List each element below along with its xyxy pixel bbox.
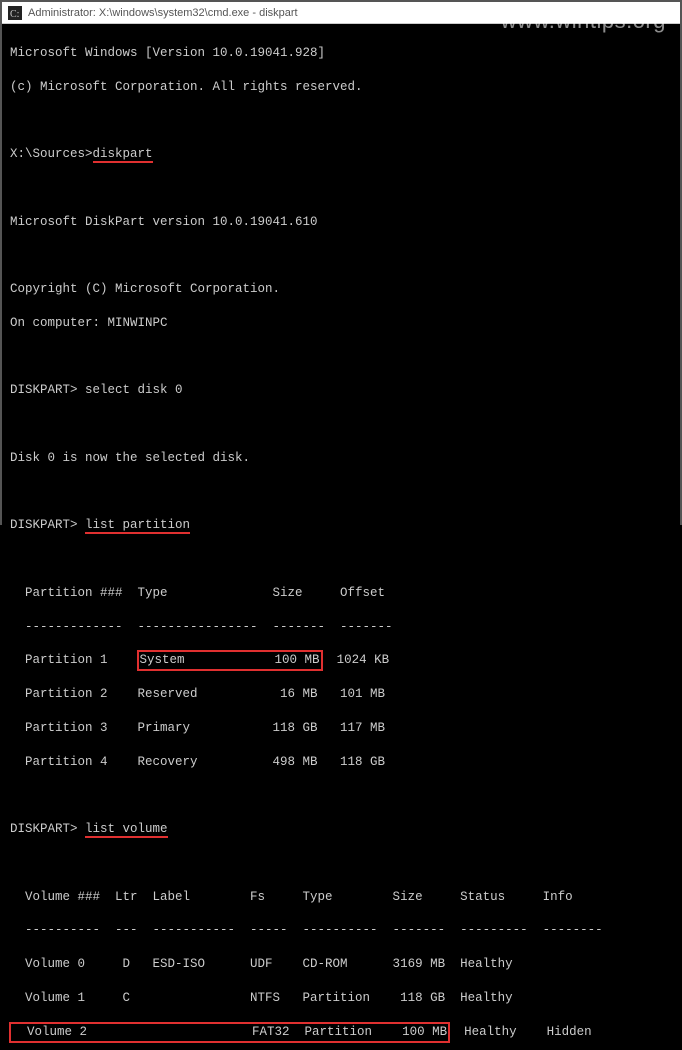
volume-header: Volume ### Ltr Label Fs Type Size Status… xyxy=(10,889,672,906)
output-line: On computer: MINWINPC xyxy=(10,315,672,332)
output-line xyxy=(10,416,672,433)
terminal-output[interactable]: Microsoft Windows [Version 10.0.19041.92… xyxy=(2,24,680,1050)
volume-row: Volume 2 FAT32 Partition 100 MB Healthy … xyxy=(10,1024,672,1041)
highlight-system-partition: System 100 MB xyxy=(137,650,323,671)
prompt-prefix: DISKPART> xyxy=(10,822,85,836)
output-line xyxy=(10,787,672,804)
prompt-line: DISKPART> list volume xyxy=(10,821,672,838)
svg-text:C:: C: xyxy=(10,9,19,20)
prompt-line: DISKPART> list partition xyxy=(10,517,672,534)
prompt-prefix: DISKPART> xyxy=(10,518,85,532)
partition-row: Partition 3 Primary 118 GB 117 MB xyxy=(10,720,672,737)
output-line: Microsoft DiskPart version 10.0.19041.61… xyxy=(10,214,672,231)
volume-separator: ---------- --- ----------- ----- -------… xyxy=(10,922,672,939)
output-line: (c) Microsoft Corporation. All rights re… xyxy=(10,79,672,96)
partition-row: Partition 4 Recovery 498 MB 118 GB xyxy=(10,754,672,771)
output-line xyxy=(10,484,672,501)
highlight-volume-2: Volume 2 FAT32 Partition 100 MB xyxy=(9,1022,450,1043)
cmd-icon: C: xyxy=(8,6,22,20)
prompt-prefix: DISKPART> xyxy=(10,383,85,397)
window-titlebar[interactable]: C: Administrator: X:\windows\system32\cm… xyxy=(2,2,680,24)
partition-row: Partition 2 Reserved 16 MB 101 MB xyxy=(10,686,672,703)
prompt-prefix: X:\Sources> xyxy=(10,147,93,161)
output-line xyxy=(10,551,672,568)
command-list-volume: list volume xyxy=(85,822,168,838)
output-line: Disk 0 is now the selected disk. xyxy=(10,450,672,467)
partition-header: Partition ### Type Size Offset xyxy=(10,585,672,602)
volume-row: Volume 1 C NTFS Partition 118 GB Healthy xyxy=(10,990,672,1007)
volume-row: Volume 0 D ESD-ISO UDF CD-ROM 3169 MB He… xyxy=(10,956,672,973)
window-title: Administrator: X:\windows\system32\cmd.e… xyxy=(28,7,298,19)
command-diskpart: diskpart xyxy=(93,147,153,163)
output-line xyxy=(10,180,672,197)
output-line xyxy=(10,349,672,366)
command-select-disk: select disk 0 xyxy=(85,383,183,397)
prompt-line: DISKPART> select disk 0 xyxy=(10,382,672,399)
partition-row: Partition 1 System 100 MB 1024 KB xyxy=(10,652,672,669)
output-line: Copyright (C) Microsoft Corporation. xyxy=(10,281,672,298)
output-line: Microsoft Windows [Version 10.0.19041.92… xyxy=(10,45,672,62)
output-line xyxy=(10,855,672,872)
output-line xyxy=(10,247,672,264)
partition-separator: ------------- ---------------- ------- -… xyxy=(10,619,672,636)
output-line xyxy=(10,112,672,129)
command-list-partition: list partition xyxy=(85,518,190,534)
prompt-line: X:\Sources>diskpart xyxy=(10,146,672,163)
